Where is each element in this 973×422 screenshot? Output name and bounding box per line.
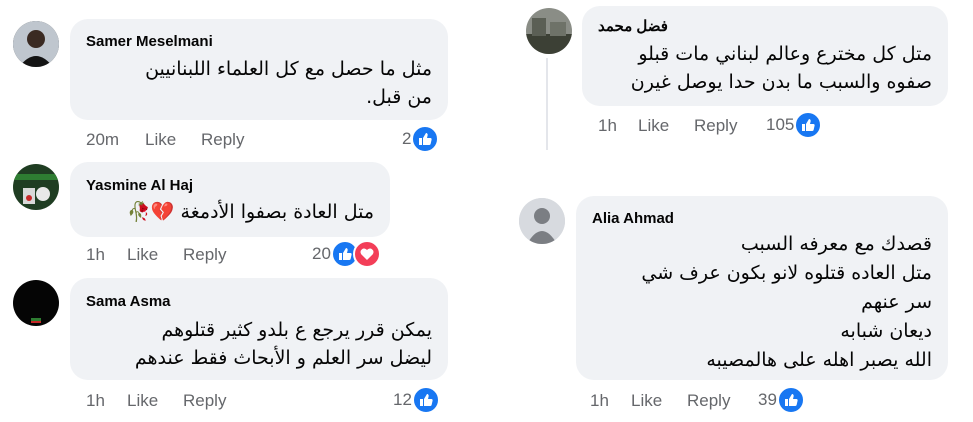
profile-photo-icon — [13, 280, 59, 326]
comment-time[interactable]: 1h — [590, 391, 609, 411]
reply-button[interactable]: Reply — [183, 245, 226, 265]
like-button[interactable]: Like — [631, 391, 662, 411]
comment-time[interactable]: 20m — [86, 130, 119, 150]
comment-bubble: فضل محمد متل كل مخترع وعالم لبناني مات ق… — [582, 6, 948, 106]
comment-text-line: مثل ما حصل مع كل العلماء اللبنانيين — [145, 58, 432, 80]
reaction-summary[interactable]: 39 — [758, 386, 805, 414]
like-reaction-icon — [794, 111, 823, 139]
like-button[interactable]: Like — [127, 245, 158, 265]
comment-text-line: قصدك مع معرفه السبب — [740, 233, 932, 255]
profile-photo-icon — [526, 8, 572, 54]
commenter-name[interactable]: Sama Asma — [86, 293, 171, 310]
comment-time[interactable]: 1h — [86, 245, 105, 265]
reply-button[interactable]: Reply — [694, 116, 737, 136]
reaction-count: 12 — [393, 390, 412, 409]
avatar[interactable] — [526, 8, 572, 54]
comment-text-line: ديعان شبابه — [840, 320, 932, 342]
comment-text-line: متل العادة بصفوا الأدمغة 💔🥀 — [127, 201, 374, 223]
reaction-summary[interactable]: 20 — [312, 240, 381, 268]
reaction-count: 39 — [758, 390, 777, 409]
comment-time[interactable]: 1h — [598, 116, 617, 136]
comment-bubble: Alia Ahmad قصدك مع معرفه السبب متل العاد… — [576, 196, 948, 380]
comment-text-line: صفوه والسبب ما بدن حدا يوصل غيرن — [630, 71, 932, 93]
comment-text-line: متل العاده قتلوه لانو بكون عرف شي — [641, 262, 932, 284]
reply-button[interactable]: Reply — [183, 391, 226, 411]
reply-button[interactable]: Reply — [201, 130, 244, 150]
reaction-summary[interactable]: 105 — [766, 111, 823, 139]
commenter-name[interactable]: Alia Ahmad — [592, 210, 674, 227]
comment-text-line: يمكن قرر يرجع ع بلدو كثير قتلوهم — [161, 319, 432, 341]
comment-bubble: Sama Asma يمكن قرر يرجع ع بلدو كثير قتلو… — [70, 278, 448, 380]
commenter-name[interactable]: فضل محمد — [598, 17, 668, 35]
reaction-summary[interactable]: 2 — [402, 125, 440, 153]
profile-photo-icon — [13, 164, 59, 210]
avatar[interactable] — [519, 198, 565, 244]
comment-text-line: الله يصبر اهله على هالمصيبه — [706, 349, 932, 371]
like-reaction-icon — [776, 386, 805, 414]
reaction-summary[interactable]: 12 — [393, 386, 440, 414]
commenter-name[interactable]: Samer Meselmani — [86, 33, 213, 50]
avatar[interactable] — [13, 164, 59, 210]
like-reaction-icon — [411, 125, 440, 153]
comment-bubble: Samer Meselmani مثل ما حصل مع كل العلماء… — [70, 19, 448, 120]
comment-text-line: ليضل سر العلم و الأبحاث فقط عندهم — [134, 347, 432, 369]
like-button[interactable]: Like — [127, 391, 158, 411]
reply-button[interactable]: Reply — [687, 391, 730, 411]
like-button[interactable]: Like — [638, 116, 669, 136]
profile-photo-icon — [13, 21, 59, 67]
comment-bubble: Yasmine Al Haj متل العادة بصفوا الأدمغة … — [70, 162, 390, 237]
thread-line — [546, 58, 548, 150]
reaction-count: 105 — [766, 115, 795, 134]
like-button[interactable]: Like — [145, 130, 176, 150]
like-reaction-icon — [411, 386, 440, 414]
avatar[interactable] — [13, 280, 59, 326]
comment-text-line: سر عنهم — [861, 291, 932, 313]
comment-text-line: متل كل مخترع وعالم لبناني مات قبلو — [638, 43, 932, 65]
comment-time[interactable]: 1h — [86, 391, 105, 411]
commenter-name[interactable]: Yasmine Al Haj — [86, 177, 193, 194]
avatar[interactable] — [13, 21, 59, 67]
default-avatar-icon — [519, 198, 565, 244]
love-reaction-icon — [352, 240, 381, 268]
comment-text-line: من قبل. — [366, 86, 432, 108]
reaction-count: 20 — [312, 244, 331, 263]
reaction-count: 2 — [402, 129, 412, 148]
